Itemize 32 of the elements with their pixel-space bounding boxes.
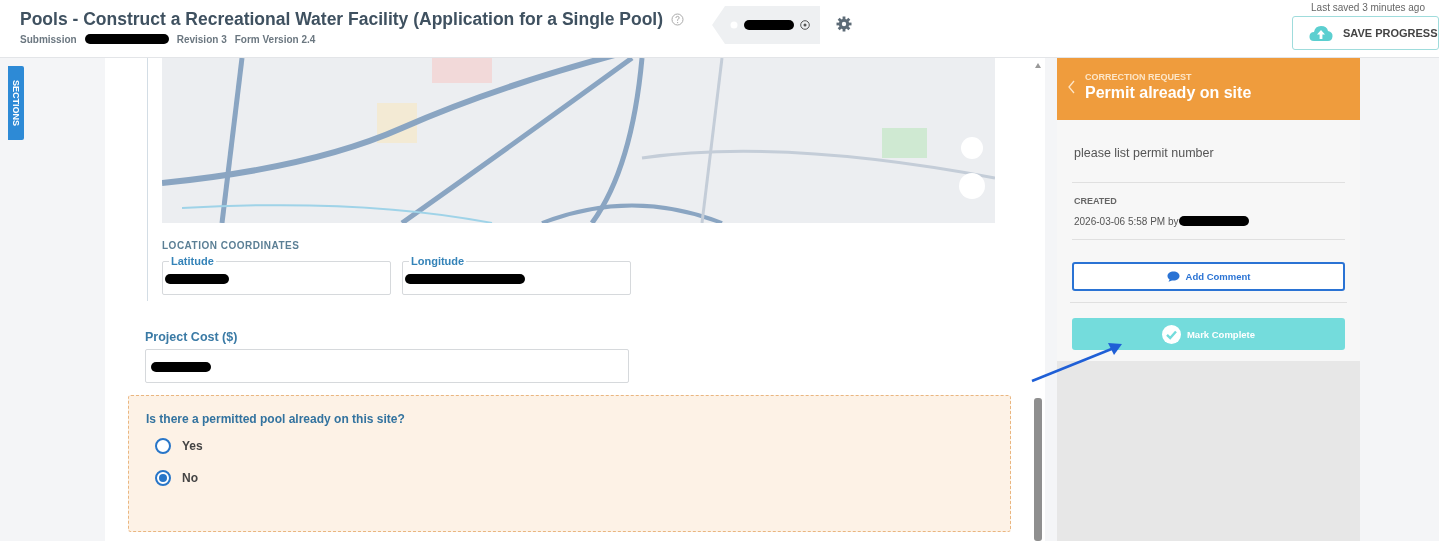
question-text: Is there a permitted pool already on this site? (146, 412, 406, 426)
status-tag[interactable] (712, 6, 821, 44)
radio-label[interactable]: Yes (182, 439, 203, 453)
scrollbar-thumb[interactable] (1034, 398, 1042, 541)
radio-button[interactable] (155, 438, 171, 454)
panel-title: Permit already on site (1085, 84, 1252, 102)
settings-icon[interactable] (836, 16, 853, 32)
comment-icon (1166, 271, 1180, 282)
section-heading: LOCATION COORDINATES (162, 240, 301, 251)
radio-button[interactable] (155, 470, 171, 486)
save-progress-button[interactable]: SAVE PROGRESS (1292, 16, 1439, 50)
cloud-upload-icon (1309, 25, 1333, 41)
scroll-up-icon[interactable] (1035, 63, 1041, 68)
last-saved-text: Last saved 3 minutes ago (1311, 2, 1425, 13)
redaction-mark (744, 19, 795, 31)
sections-tab[interactable]: SECTIONS (8, 66, 24, 140)
message-text: please list permit number (1072, 120, 1345, 183)
created-text: 2026-03-06 5:58 PM by (1074, 215, 1179, 227)
submission-label: Submission (20, 33, 77, 45)
eyebrow-text: CORRECTION REQUEST (1085, 72, 1193, 82)
check-circle-icon (1161, 324, 1181, 344)
radio-label[interactable]: No (182, 471, 198, 485)
redaction-mark (165, 273, 229, 285)
revision-text: Revision 3 (176, 33, 227, 45)
form-title: Pools - Construct a Recreational Water Facility (Application for a Single Pool) (20, 9, 664, 30)
add-comment-button[interactable]: Add Comment (1072, 262, 1345, 291)
input-field[interactable] (145, 349, 629, 383)
redaction-mark (1178, 215, 1249, 227)
redaction-mark (151, 361, 211, 373)
field-label: Project Cost ($) (145, 330, 239, 344)
created-label: CREATED (1074, 196, 1118, 206)
form-version-text: Form Version 2.4 (234, 33, 316, 45)
